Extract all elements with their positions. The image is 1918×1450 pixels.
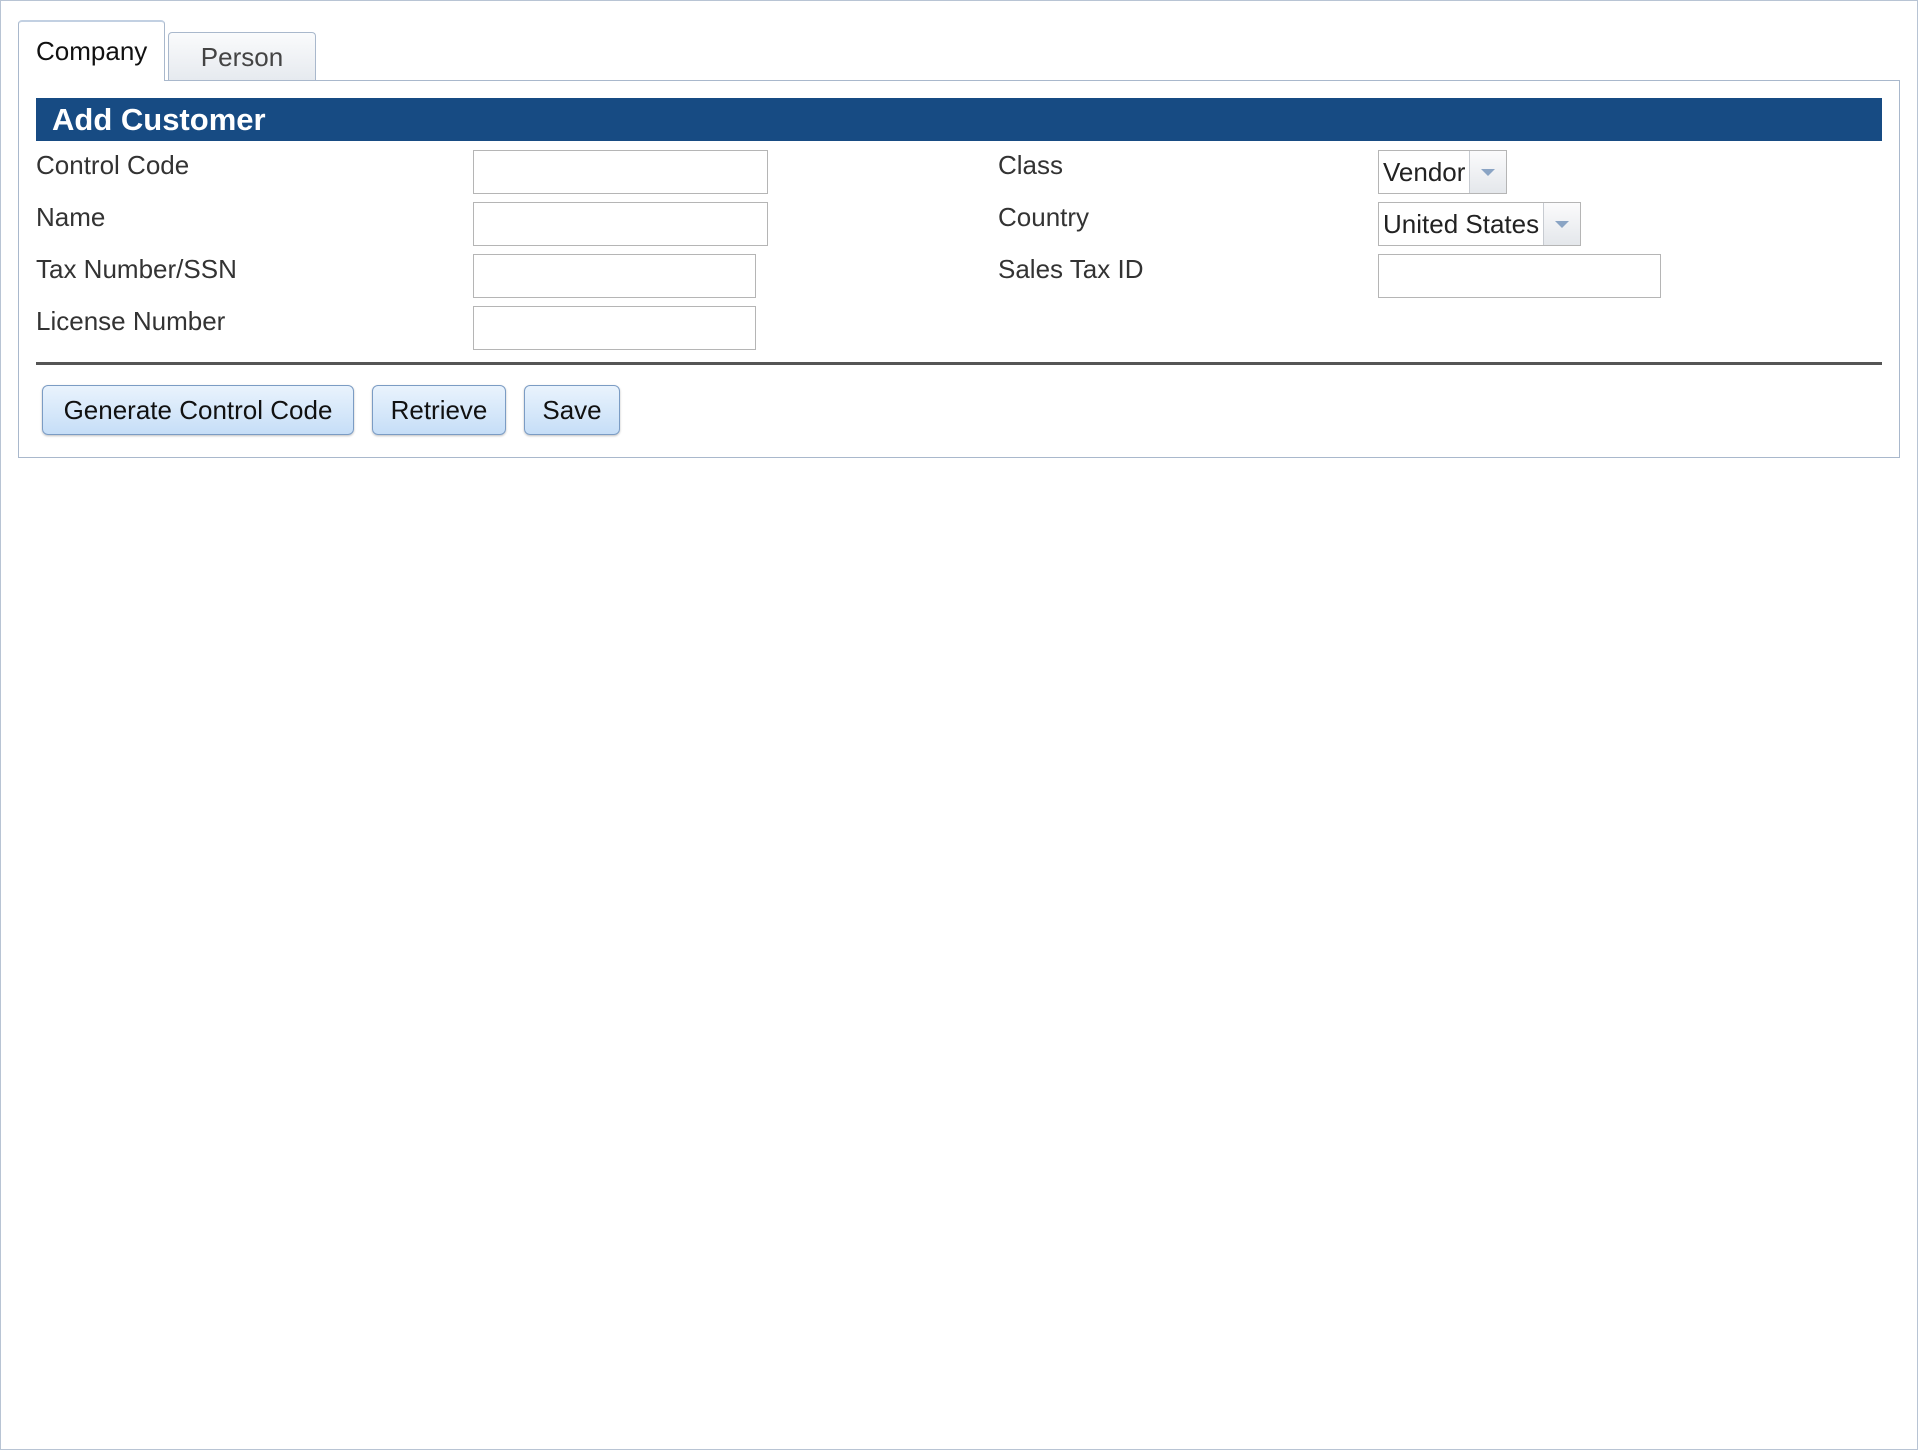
- name-label: Name: [36, 202, 106, 232]
- country-select-value: United States: [1383, 209, 1540, 239]
- class-select-value: Vendor: [1383, 157, 1466, 187]
- generate-control-code-button[interactable]: Generate Control Code: [42, 385, 354, 435]
- class-label: Class: [998, 150, 1064, 180]
- customer-form-panel: Add Customer Control Code Name Tax Numbe…: [18, 80, 1900, 458]
- form-header-bar: Add Customer: [36, 98, 1882, 141]
- tax-number-label: Tax Number/SSN: [36, 254, 237, 284]
- tax-number-input[interactable]: [473, 254, 756, 298]
- control-code-input[interactable]: [473, 150, 768, 194]
- form-title: Add Customer: [52, 102, 266, 137]
- name-input[interactable]: [473, 202, 768, 246]
- form-divider: [36, 362, 1882, 365]
- country-select[interactable]: United States: [1378, 202, 1582, 246]
- retrieve-button[interactable]: Retrieve: [372, 385, 506, 435]
- chevron-down-icon[interactable]: [1543, 203, 1581, 245]
- country-label: Country: [998, 202, 1090, 232]
- sales-tax-id-input[interactable]: [1378, 254, 1661, 298]
- tab-person[interactable]: Person: [168, 32, 316, 80]
- license-number-input[interactable]: [473, 306, 756, 350]
- sales-tax-id-label: Sales Tax ID: [998, 254, 1144, 284]
- chevron-down-icon[interactable]: [1469, 151, 1507, 193]
- save-button[interactable]: Save: [524, 385, 620, 435]
- tab-company[interactable]: Company: [18, 20, 165, 81]
- class-select[interactable]: Vendor: [1378, 150, 1508, 194]
- control-code-label: Control Code: [36, 150, 190, 180]
- license-number-label: License Number: [36, 306, 226, 336]
